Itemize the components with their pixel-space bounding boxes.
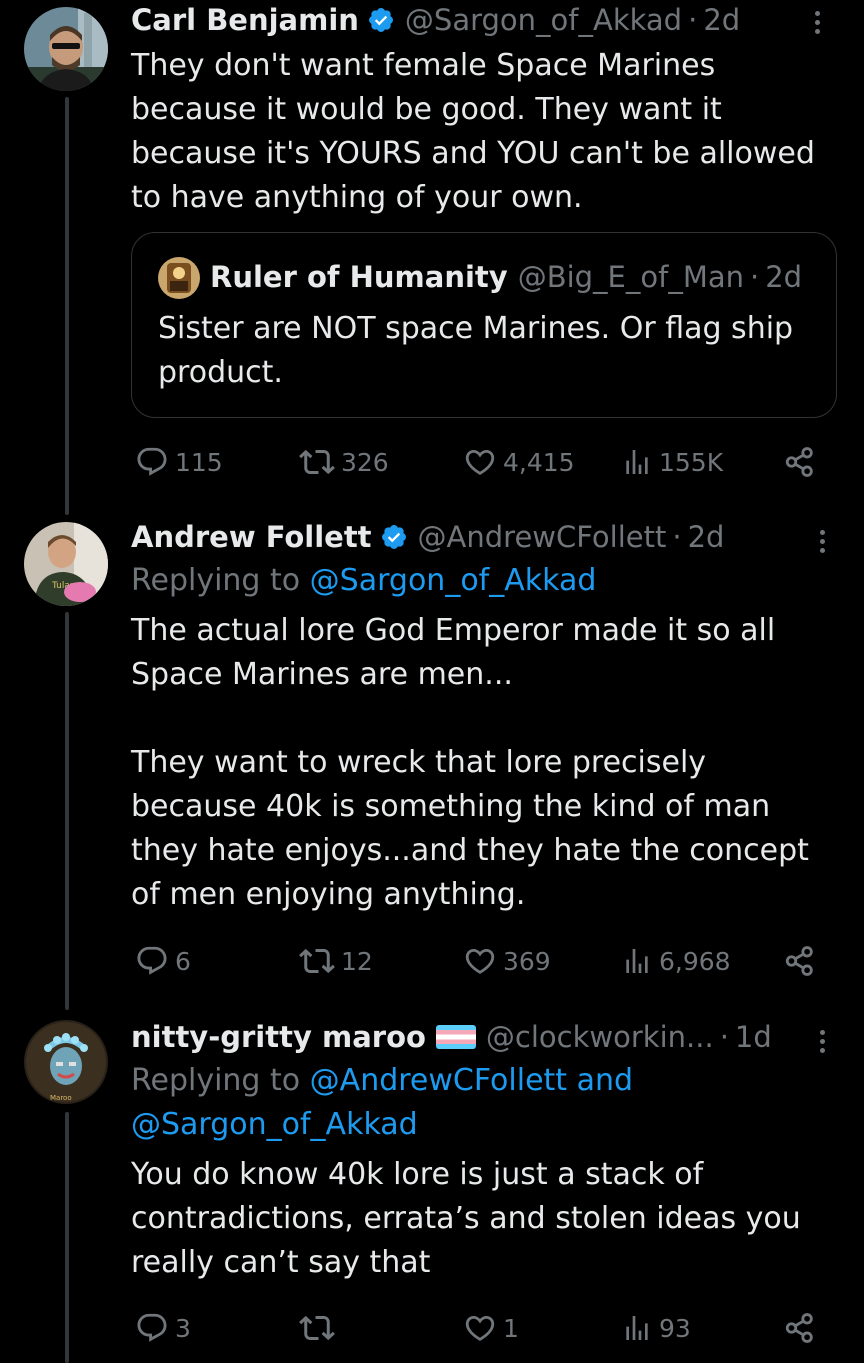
like-count: 4,415 [503,447,575,477]
timestamp[interactable]: 2d [703,3,740,37]
reply-count: 6 [175,946,191,976]
reply-icon [137,946,167,975]
quoted-author-handle: @Big_E_of_Man [517,260,744,294]
like-button[interactable]: 369 [463,939,551,983]
author-name[interactable]: Andrew Follett [131,520,372,554]
quoted-author-name: Ruler of Humanity [210,260,508,294]
tweet-actions: 3 1 93 [131,1306,821,1350]
views-icon [626,1316,648,1340]
tweet-3[interactable]: nitty-gritty maroo @clockworkin... · 1d … [131,1017,837,1285]
separator-dot: · [672,520,682,554]
quoted-avatar [158,257,200,299]
author-handle[interactable]: @AndrewCFollett [418,520,667,554]
like-count: 1 [503,1313,519,1343]
reply-button[interactable]: 6 [135,939,191,983]
trans-flag-emoji-icon [435,1025,476,1049]
separator-dot: · [750,260,760,294]
thread-connector [65,97,69,515]
tweet-text: The actual lore God Emperor made it so a… [131,613,809,912]
share-icon [785,946,813,976]
quoted-header: Ruler of Humanity @Big_E_of_Man · 2d [210,257,802,297]
thread-connector [65,612,69,1010]
author-name[interactable]: nitty-gritty maroo [131,1020,426,1054]
replying-to-link[interactable]: @Sargon_of_Akkad [131,1107,418,1142]
replying-prefix: Replying to [131,1063,310,1098]
share-icon [785,1313,813,1343]
avatar[interactable]: Tulane [24,522,108,606]
separator-dot: · [688,3,698,37]
verified-badge-icon [368,8,393,32]
reply-button[interactable]: 3 [135,1306,191,1350]
tweet-actions: 6 12 369 6,968 [131,939,821,983]
repost-icon [299,948,335,974]
more-options-icon[interactable] [807,521,837,561]
quoted-timestamp: 2d [765,260,803,294]
reply-count: 115 [175,447,223,477]
tweet-1[interactable]: Carl Benjamin @Sargon_of_Akkad · 2d They… [131,0,837,220]
heart-icon [465,948,495,974]
tweet-text: They don't want female Space Marines bec… [131,48,815,215]
author-name[interactable]: Carl Benjamin [131,3,359,37]
repost-button[interactable] [299,1306,341,1350]
like-button[interactable]: 4,415 [463,440,575,484]
views-icon [626,450,648,474]
views-button[interactable]: 6,968 [621,939,731,983]
timestamp[interactable]: 2d [688,520,725,554]
reply-count: 3 [175,1313,191,1343]
author-handle[interactable]: @clockworkin... [486,1020,714,1054]
thread-connector [65,1112,69,1363]
svg-text:Maroo: Maroo [50,1094,72,1102]
reply-icon [137,447,167,476]
quoted-tweet[interactable]: Ruler of Humanity @Big_E_of_Man · 2d Sis… [131,232,837,418]
timestamp[interactable]: 1d [735,1020,772,1054]
tweet-header: Andrew Follett @AndrewCFollett · 2d [131,517,837,557]
replying-to: Replying to @Sargon_of_Akkad [131,559,837,603]
like-button[interactable]: 1 [463,1306,519,1350]
quoted-text: Sister are NOT space Marines. Or flag sh… [158,311,794,390]
tweet-header: Carl Benjamin @Sargon_of_Akkad · 2d [131,0,837,40]
view-count: 155K [659,447,724,477]
more-options-icon[interactable] [807,1021,837,1061]
repost-icon [299,449,335,475]
reply-button[interactable]: 115 [135,440,223,484]
tweet-actions: 115 326 4,415 155K [131,440,821,484]
share-icon [785,447,813,477]
view-count: 93 [659,1313,691,1343]
tweet-header: nitty-gritty maroo @clockworkin... · 1d [131,1017,837,1057]
view-count: 6,968 [659,946,731,976]
tweet-text: You do know 40k lore is just a stack of … [131,1157,801,1280]
share-button[interactable] [783,440,817,484]
replying-to: Replying to @AndrewCFollett and @Sargon_… [131,1059,837,1147]
repost-button[interactable]: 12 [299,939,373,983]
replying-to-link[interactable]: @Sargon_of_Akkad [310,563,597,598]
author-handle[interactable]: @Sargon_of_Akkad [405,3,682,37]
avatar[interactable]: Maroo [24,1020,108,1104]
share-button[interactable] [783,939,817,983]
views-icon [626,949,648,973]
separator-dot: · [719,1020,729,1054]
views-button[interactable]: 155K [621,440,723,484]
verified-badge-icon [381,525,406,549]
more-options-icon[interactable] [802,2,832,42]
replying-prefix: Replying to [131,563,310,598]
repost-count: 12 [341,946,373,976]
repost-icon [299,1315,335,1341]
tweet-2[interactable]: Andrew Follett @AndrewCFollett · 2d Repl… [131,517,837,917]
views-button[interactable]: 93 [621,1306,691,1350]
heart-icon [465,1315,495,1341]
repost-count: 326 [341,447,389,477]
repost-button[interactable]: 326 [299,440,389,484]
share-button[interactable] [783,1306,817,1350]
avatar[interactable] [24,7,108,91]
reply-icon [137,1313,167,1342]
like-count: 369 [503,946,551,976]
replying-to-link[interactable]: @AndrewCFollett and [310,1063,633,1098]
heart-icon [465,449,495,475]
